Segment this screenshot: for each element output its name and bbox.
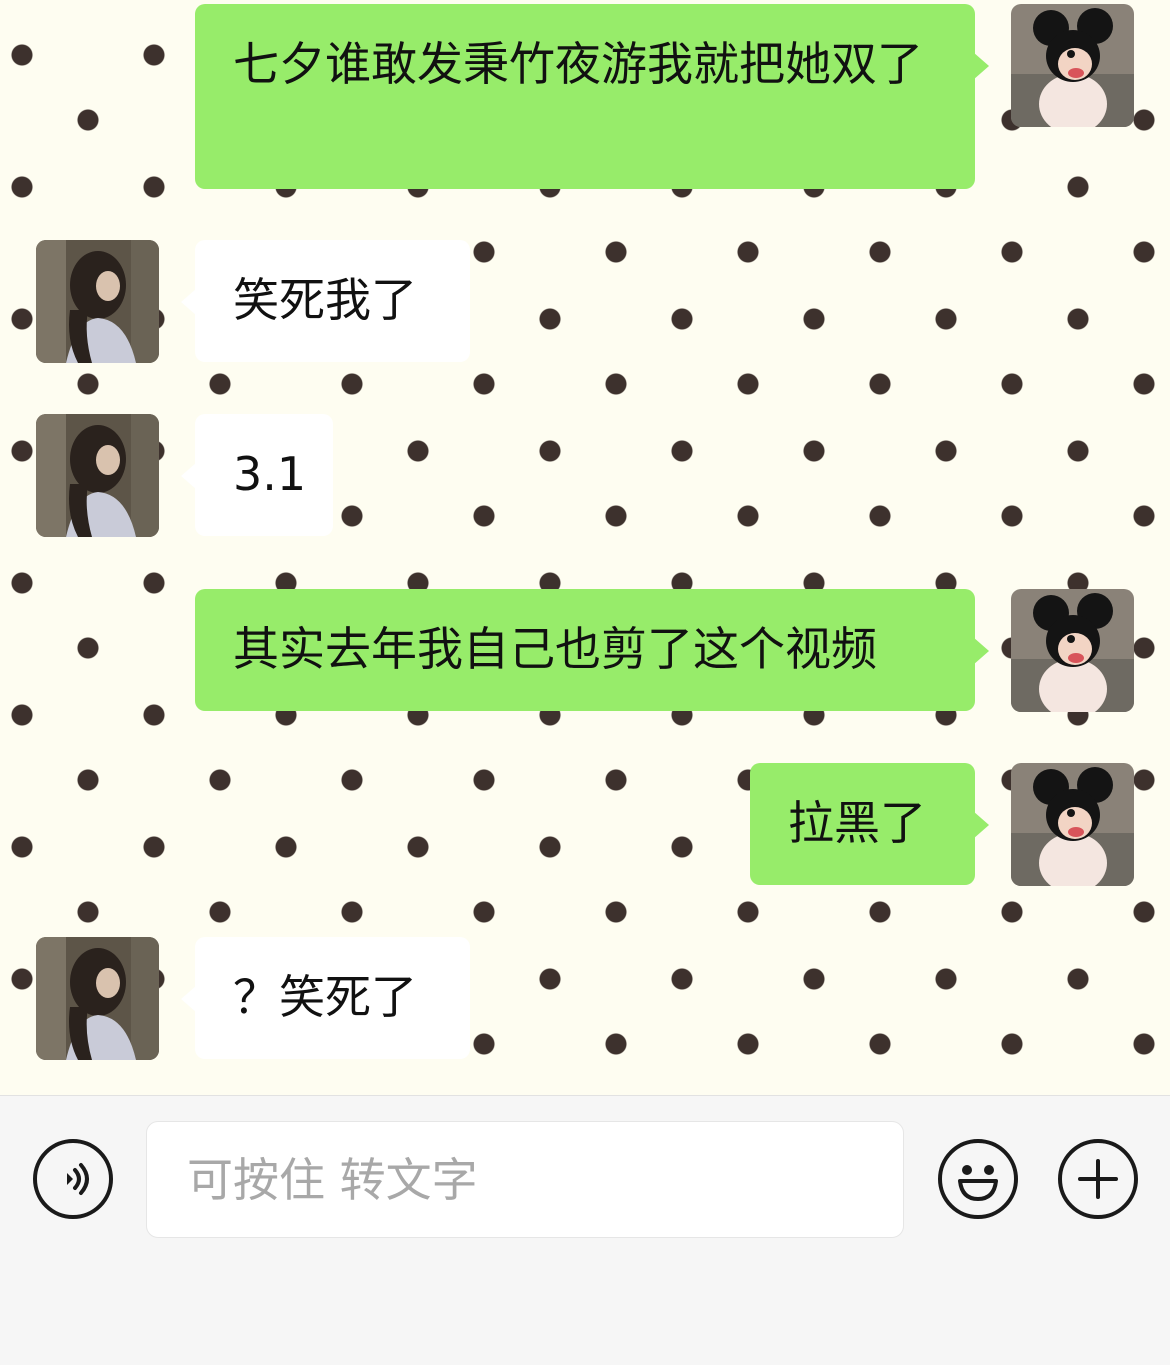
chat-message-area[interactable]: 七夕谁敢发秉竹夜游我就把她双了 笑死我了 3.1 其实去年我自己也剪了这个视频 …: [0, 0, 1170, 1095]
message-bubble-sent[interactable]: 其实去年我自己也剪了这个视频: [195, 589, 989, 711]
avatar-contact[interactable]: [36, 414, 159, 537]
message-bubble-received[interactable]: 3.1: [181, 414, 333, 536]
message-input[interactable]: [146, 1121, 904, 1238]
message-bubble-received[interactable]: 笑死我了: [181, 240, 470, 362]
mickey-mask-avatar: [1011, 589, 1134, 712]
emoji-icon: [958, 1165, 998, 1201]
chat-input-bar: [0, 1095, 1170, 1365]
long-hair-girl-avatar: [36, 240, 159, 363]
avatar-self[interactable]: [1011, 4, 1134, 127]
voice-icon: [67, 1163, 89, 1195]
plus-icon: [1078, 1159, 1118, 1199]
avatar-contact[interactable]: [36, 240, 159, 363]
more-actions-button[interactable]: [1058, 1139, 1138, 1219]
voice-toggle-button[interactable]: [33, 1139, 113, 1219]
message-bubble-received[interactable]: ？笑死了: [181, 937, 470, 1059]
avatar-self[interactable]: [1011, 763, 1134, 886]
message-bubble-sent[interactable]: 七夕谁敢发秉竹夜游我就把她双了: [195, 4, 989, 189]
avatar-contact[interactable]: [36, 937, 159, 1060]
emoji-button[interactable]: [938, 1139, 1018, 1219]
message-bubble-sent[interactable]: 拉黑了: [750, 763, 989, 885]
mickey-mask-avatar: [1011, 763, 1134, 886]
mickey-mask-avatar: [1011, 4, 1134, 127]
avatar-self[interactable]: [1011, 589, 1134, 712]
long-hair-girl-avatar: [36, 937, 159, 1060]
long-hair-girl-avatar: [36, 414, 159, 537]
